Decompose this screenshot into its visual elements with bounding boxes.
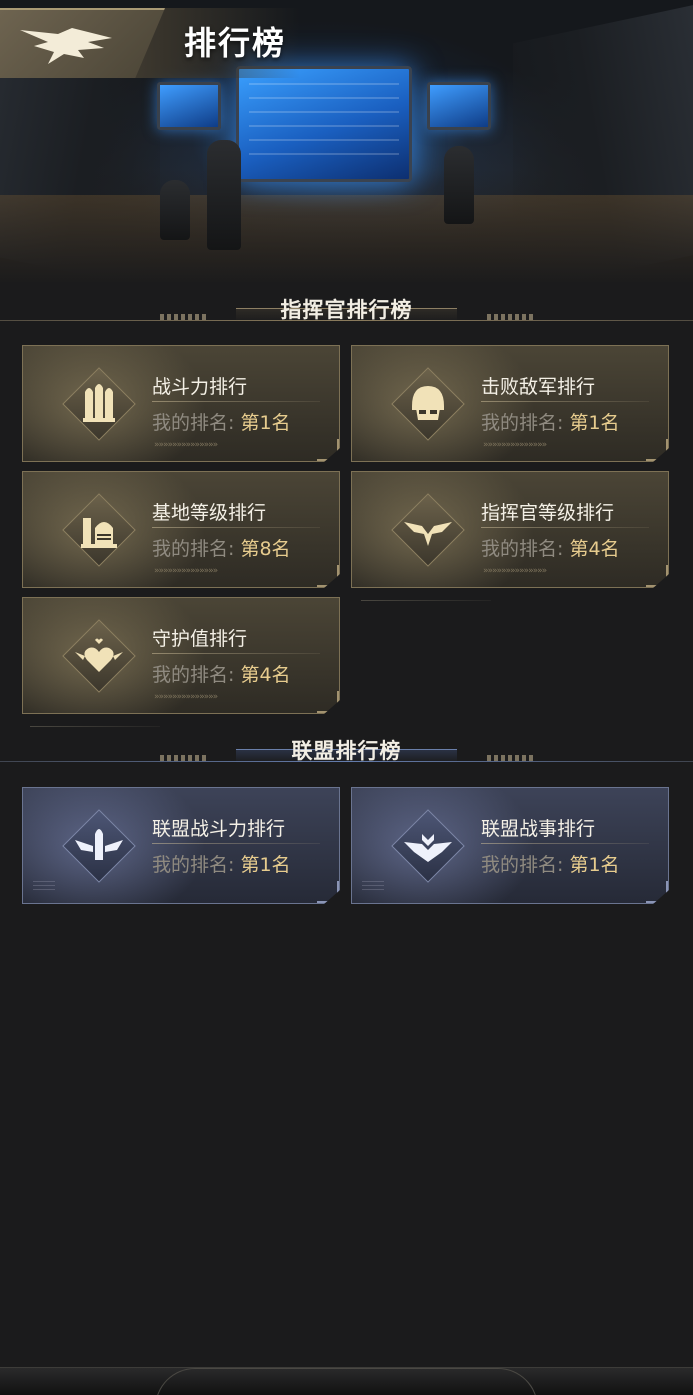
card-title: 联盟战斗力排行 bbox=[152, 818, 286, 840]
commander-section-title: 指挥官排行榜 bbox=[280, 298, 413, 322]
my-rank: 我的排名: 第1名 bbox=[481, 854, 620, 876]
eagle-emblem-icon bbox=[20, 28, 112, 64]
rank-value: 第1名 bbox=[240, 854, 291, 876]
winged-heart-icon bbox=[75, 638, 123, 672]
rank-value: 第8名 bbox=[240, 538, 291, 560]
rank-value: 第4名 bbox=[569, 538, 620, 560]
bullets-icon bbox=[83, 384, 115, 422]
my-rank: 我的排名: 第4名 bbox=[152, 664, 291, 686]
card-title: 守护值排行 bbox=[152, 628, 248, 650]
my-rank: 我的排名: 第8名 bbox=[152, 538, 291, 560]
rank-value: 第1名 bbox=[569, 854, 620, 876]
card-title: 击败敌军排行 bbox=[481, 376, 596, 398]
rank-value: 第4名 bbox=[240, 664, 291, 686]
winged-badge-icon bbox=[404, 834, 452, 862]
card-title: 联盟战事排行 bbox=[481, 818, 596, 840]
rank-value: 第1名 bbox=[240, 412, 291, 434]
rank-card-enemies-defeated[interactable]: 击败敌军排行 我的排名: 第1名 »»»»»»»»»»»»»» bbox=[351, 345, 669, 462]
my-rank: 我的排名: 第1名 bbox=[152, 854, 291, 876]
rank-card-commander-level[interactable]: 指挥官等级排行 我的排名: 第4名 »»»»»»»»»»»»»» bbox=[351, 471, 669, 588]
rank-card-alliance-combat-power[interactable]: 联盟战斗力排行 我的排名: 第1名 bbox=[22, 787, 340, 904]
my-rank: 我的排名: 第1名 bbox=[481, 412, 620, 434]
rank-card-base-level[interactable]: 基地等级排行 我的排名: 第8名 »»»»»»»»»»»»»» bbox=[22, 471, 340, 588]
rank-value: 第1名 bbox=[569, 412, 620, 434]
alliance-section-header: 联盟排行榜 bbox=[0, 735, 693, 775]
page-title: 排行榜 bbox=[184, 24, 287, 62]
base-building-icon bbox=[81, 518, 117, 548]
bottom-bar bbox=[0, 1367, 693, 1395]
card-title: 战斗力排行 bbox=[152, 376, 248, 398]
rank-card-combat-power[interactable]: 战斗力排行 我的排名: 第1名 »»»»»»»»»»»»»» bbox=[22, 345, 340, 462]
my-rank: 我的排名: 第4名 bbox=[481, 538, 620, 560]
commander-section-header: 指挥官排行榜 bbox=[0, 294, 693, 334]
card-title: 基地等级排行 bbox=[152, 502, 267, 524]
winged-bullet-icon bbox=[75, 829, 123, 860]
winged-chevron-icon bbox=[404, 522, 452, 546]
my-rank: 我的排名: 第1名 bbox=[152, 412, 291, 434]
helmet-skull-icon bbox=[412, 386, 444, 420]
rank-card-alliance-battles[interactable]: 联盟战事排行 我的排名: 第1名 bbox=[351, 787, 669, 904]
card-title: 指挥官等级排行 bbox=[481, 502, 615, 524]
alliance-section-title: 联盟排行榜 bbox=[291, 739, 402, 763]
command-screen-image bbox=[236, 66, 412, 182]
rank-card-guardian-value[interactable]: 守护值排行 我的排名: 第4名 »»»»»»»»»»»»»» bbox=[22, 597, 340, 714]
